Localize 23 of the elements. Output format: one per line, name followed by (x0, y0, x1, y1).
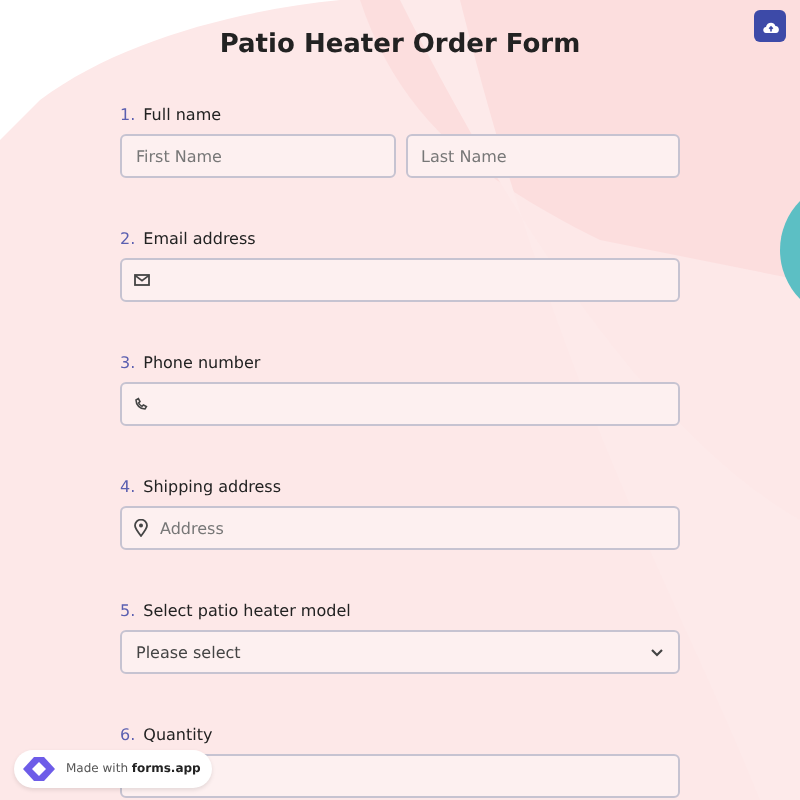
question-number: 3. (120, 354, 136, 372)
input-field[interactable]: First Name (120, 134, 395, 178)
input-field[interactable] (120, 382, 680, 426)
logo-icon (22, 756, 56, 782)
form-title: Patio Heater Order Form (219, 30, 581, 62)
select-dropdown[interactable]: Please select (120, 630, 680, 674)
chevron-down-icon (650, 647, 664, 657)
question-number: 2. (120, 230, 136, 248)
input-field[interactable]: Address (120, 506, 680, 550)
question-number: 4. (120, 478, 136, 496)
question-label: Shipping address (143, 478, 282, 496)
input-field[interactable]: Last Name (405, 134, 680, 178)
question-label: Email address (143, 230, 256, 248)
question-label: Phone number (143, 354, 261, 372)
cloud-upload-icon (761, 19, 779, 33)
question-number: 5. (120, 602, 136, 620)
question-label: Quantity (143, 726, 213, 744)
question-number: 6. (120, 726, 136, 744)
input-field[interactable] (120, 258, 680, 302)
question-label: Select patio heater model (143, 602, 351, 620)
question-label: Full name (143, 106, 222, 124)
question-number: 1. (120, 106, 136, 124)
upload-button[interactable] (754, 10, 786, 42)
